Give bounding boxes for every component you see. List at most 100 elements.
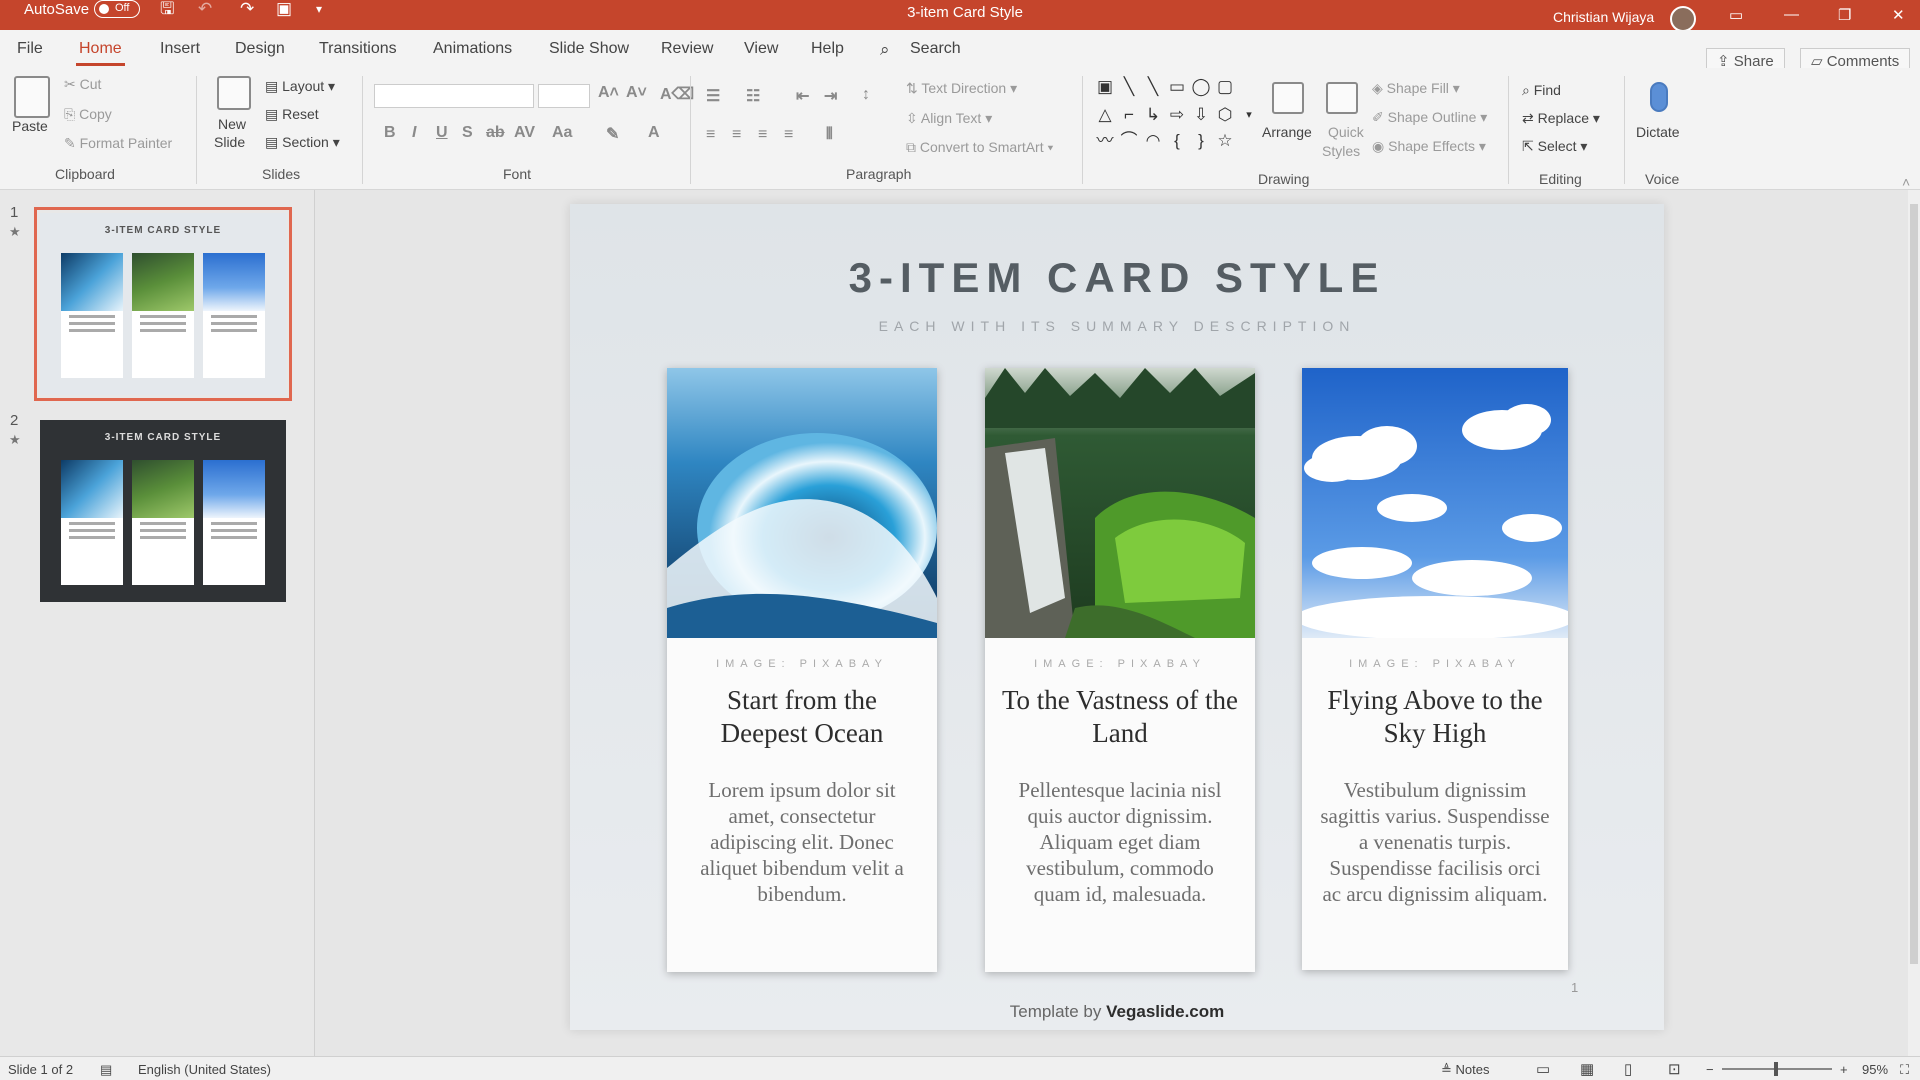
textbox-shape-icon[interactable]: ▣ xyxy=(1094,76,1116,98)
shape-outline-button[interactable]: ✐ Shape Outline ▾ xyxy=(1372,109,1487,126)
format-painter-button[interactable]: ✎ Format Painter xyxy=(64,135,172,152)
decrease-font-icon[interactable]: A˅ xyxy=(626,84,647,102)
replace-button[interactable]: ⇄ Replace ▾ xyxy=(1522,110,1600,127)
font-size-combo[interactable] xyxy=(538,84,590,108)
strikethrough-icon[interactable]: ab xyxy=(486,124,505,142)
tab-slide-show[interactable]: Slide Show xyxy=(549,40,629,58)
elbow-connector-icon[interactable]: ⌐ xyxy=(1118,104,1140,126)
scrollbar-thumb[interactable] xyxy=(1910,204,1918,964)
ribbon-display-options-icon[interactable]: ▭ xyxy=(1729,6,1743,24)
brace-right-icon[interactable]: } xyxy=(1190,130,1212,152)
notes-button[interactable]: ≜ Notes xyxy=(1441,1062,1489,1078)
tab-file[interactable]: File xyxy=(17,40,43,58)
increase-font-icon[interactable]: A˄ xyxy=(598,84,619,102)
avatar[interactable] xyxy=(1670,6,1696,32)
curve-shape-icon[interactable]: ⌒ xyxy=(1118,130,1140,152)
slide-footer[interactable]: Template by Vegaslide.com xyxy=(570,1002,1664,1022)
align-text-button[interactable]: ⇳ Align Text ▾ xyxy=(906,110,992,127)
layout-button[interactable]: ▤ Layout ▾ xyxy=(265,78,335,95)
brace-left-icon[interactable]: { xyxy=(1166,130,1188,152)
rounded-rect-shape-icon[interactable]: ▢ xyxy=(1214,76,1236,98)
slide-title[interactable]: 3-ITEM CARD STYLE xyxy=(570,254,1664,302)
tab-help[interactable]: Help xyxy=(811,40,844,58)
card-land[interactable]: IMAGE: PIXABAY To the Vastness of the La… xyxy=(985,368,1255,972)
line-spacing-icon[interactable]: ↕ xyxy=(862,86,870,104)
close-icon[interactable]: ✕ xyxy=(1892,6,1905,24)
quick-styles-label-2[interactable]: Styles xyxy=(1322,143,1360,159)
rectangle-shape-icon[interactable]: ▭ xyxy=(1166,76,1188,98)
underline-icon[interactable]: U xyxy=(436,124,448,142)
increase-indent-icon[interactable]: ⇥ xyxy=(824,86,837,106)
card-title[interactable]: To the Vastness of the Land xyxy=(999,684,1241,750)
tab-design[interactable]: Design xyxy=(235,40,285,58)
freeform-shape-icon[interactable]: 〰 xyxy=(1094,130,1116,152)
clouds-sky-image[interactable] xyxy=(1302,368,1568,638)
decrease-indent-icon[interactable]: ⇤ xyxy=(796,86,809,106)
align-center-icon[interactable]: ≡ xyxy=(732,126,741,144)
card-title[interactable]: Start from the Deepest Ocean xyxy=(681,684,923,750)
slide-thumbnail-2[interactable]: 3-ITEM CARD STYLE xyxy=(40,420,286,602)
card-sky[interactable]: IMAGE: PIXABAY Flying Above to the Sky H… xyxy=(1302,368,1568,970)
minimize-icon[interactable]: — xyxy=(1784,6,1799,23)
zoom-out-icon[interactable]: − xyxy=(1706,1062,1714,1077)
numbering-icon[interactable]: ☷ xyxy=(746,86,760,106)
microphone-icon[interactable] xyxy=(1650,82,1668,112)
arrange-button[interactable]: Arrange xyxy=(1262,124,1312,140)
character-spacing-icon[interactable]: AV xyxy=(514,124,535,142)
shapes-more-icon[interactable]: ▾ xyxy=(1238,104,1260,126)
font-name-combo[interactable] xyxy=(374,84,534,108)
text-direction-button[interactable]: ⇅ Text Direction ▾ xyxy=(906,80,1017,97)
card-description[interactable]: Lorem ipsum dolor sit amet, consectetur … xyxy=(685,777,919,907)
line-shape-icon[interactable]: ╲ xyxy=(1142,76,1164,98)
search-icon[interactable]: ⌕ xyxy=(880,40,890,60)
card-description[interactable]: Vestibulum dignissim sagittis varius. Su… xyxy=(1320,777,1550,907)
search-box[interactable]: Search xyxy=(910,40,961,58)
waterfall-forest-image[interactable] xyxy=(985,368,1255,638)
paste-icon[interactable] xyxy=(14,76,50,118)
user-name[interactable]: Christian Wijaya xyxy=(1553,9,1654,25)
fit-to-window-icon[interactable]: ⛶ xyxy=(1900,1062,1909,1078)
zoom-slider-handle[interactable] xyxy=(1774,1062,1778,1076)
section-button[interactable]: ▤ Section ▾ xyxy=(265,134,340,151)
dictate-button[interactable]: Dictate xyxy=(1636,124,1680,140)
bold-icon[interactable]: B xyxy=(384,124,396,142)
ocean-wave-image[interactable] xyxy=(667,368,937,638)
restore-icon[interactable]: ❐ xyxy=(1838,6,1851,24)
quick-styles-icon[interactable] xyxy=(1326,82,1358,114)
zoom-in-icon[interactable]: + xyxy=(1840,1062,1848,1077)
right-arrow-shape-icon[interactable]: ⇨ xyxy=(1166,104,1188,126)
new-slide-icon[interactable] xyxy=(217,76,251,110)
card-ocean[interactable]: IMAGE: PIXABAY Start from the Deepest Oc… xyxy=(667,368,937,972)
justify-icon[interactable]: ≡ xyxy=(784,126,793,144)
slide-show-icon[interactable]: ⊡ xyxy=(1668,1060,1681,1078)
slide-thumbnail-1[interactable]: 3-ITEM CARD STYLE xyxy=(34,207,292,401)
quick-styles-label-1[interactable]: Quick xyxy=(1328,124,1364,140)
align-left-icon[interactable]: ≡ xyxy=(706,126,715,144)
find-button[interactable]: ⌕ Find xyxy=(1522,82,1561,99)
arrange-icon[interactable] xyxy=(1272,82,1304,114)
normal-view-icon[interactable]: ▭ xyxy=(1536,1060,1550,1078)
vertical-scrollbar[interactable] xyxy=(1908,190,1920,1056)
tab-home[interactable]: Home xyxy=(76,40,125,66)
bullets-icon[interactable]: ☰ xyxy=(706,86,720,106)
font-color-icon[interactable]: A xyxy=(648,124,660,142)
select-button[interactable]: ⇱ Select ▾ xyxy=(1522,138,1587,155)
reset-button[interactable]: ▤ Reset xyxy=(265,106,319,123)
oval-shape-icon[interactable]: ◯ xyxy=(1190,76,1212,98)
zoom-level[interactable]: 95% xyxy=(1862,1062,1888,1077)
down-arrow-shape-icon[interactable]: ⇩ xyxy=(1190,104,1212,126)
reading-view-icon[interactable]: ▯ xyxy=(1624,1060,1632,1078)
collapse-ribbon-icon[interactable]: ˄ xyxy=(1902,174,1910,190)
tab-view[interactable]: View xyxy=(744,40,778,58)
line-shape-icon[interactable]: ╲ xyxy=(1118,76,1140,98)
change-case-icon[interactable]: Aa xyxy=(552,124,572,142)
cut-button[interactable]: ✂ Cut xyxy=(64,76,101,93)
card-description[interactable]: Pellentesque lacinia nisl quis auctor di… xyxy=(1003,777,1237,907)
triangle-shape-icon[interactable]: △ xyxy=(1094,104,1116,126)
slide-sorter-icon[interactable]: ▦ xyxy=(1580,1060,1594,1078)
shadow-icon[interactable]: S xyxy=(462,124,473,142)
align-right-icon[interactable]: ≡ xyxy=(758,126,767,144)
elbow-arrow-icon[interactable]: ↳ xyxy=(1142,104,1164,126)
shape-effects-button[interactable]: ◉ Shape Effects ▾ xyxy=(1372,138,1486,155)
tab-animations[interactable]: Animations xyxy=(433,40,512,58)
